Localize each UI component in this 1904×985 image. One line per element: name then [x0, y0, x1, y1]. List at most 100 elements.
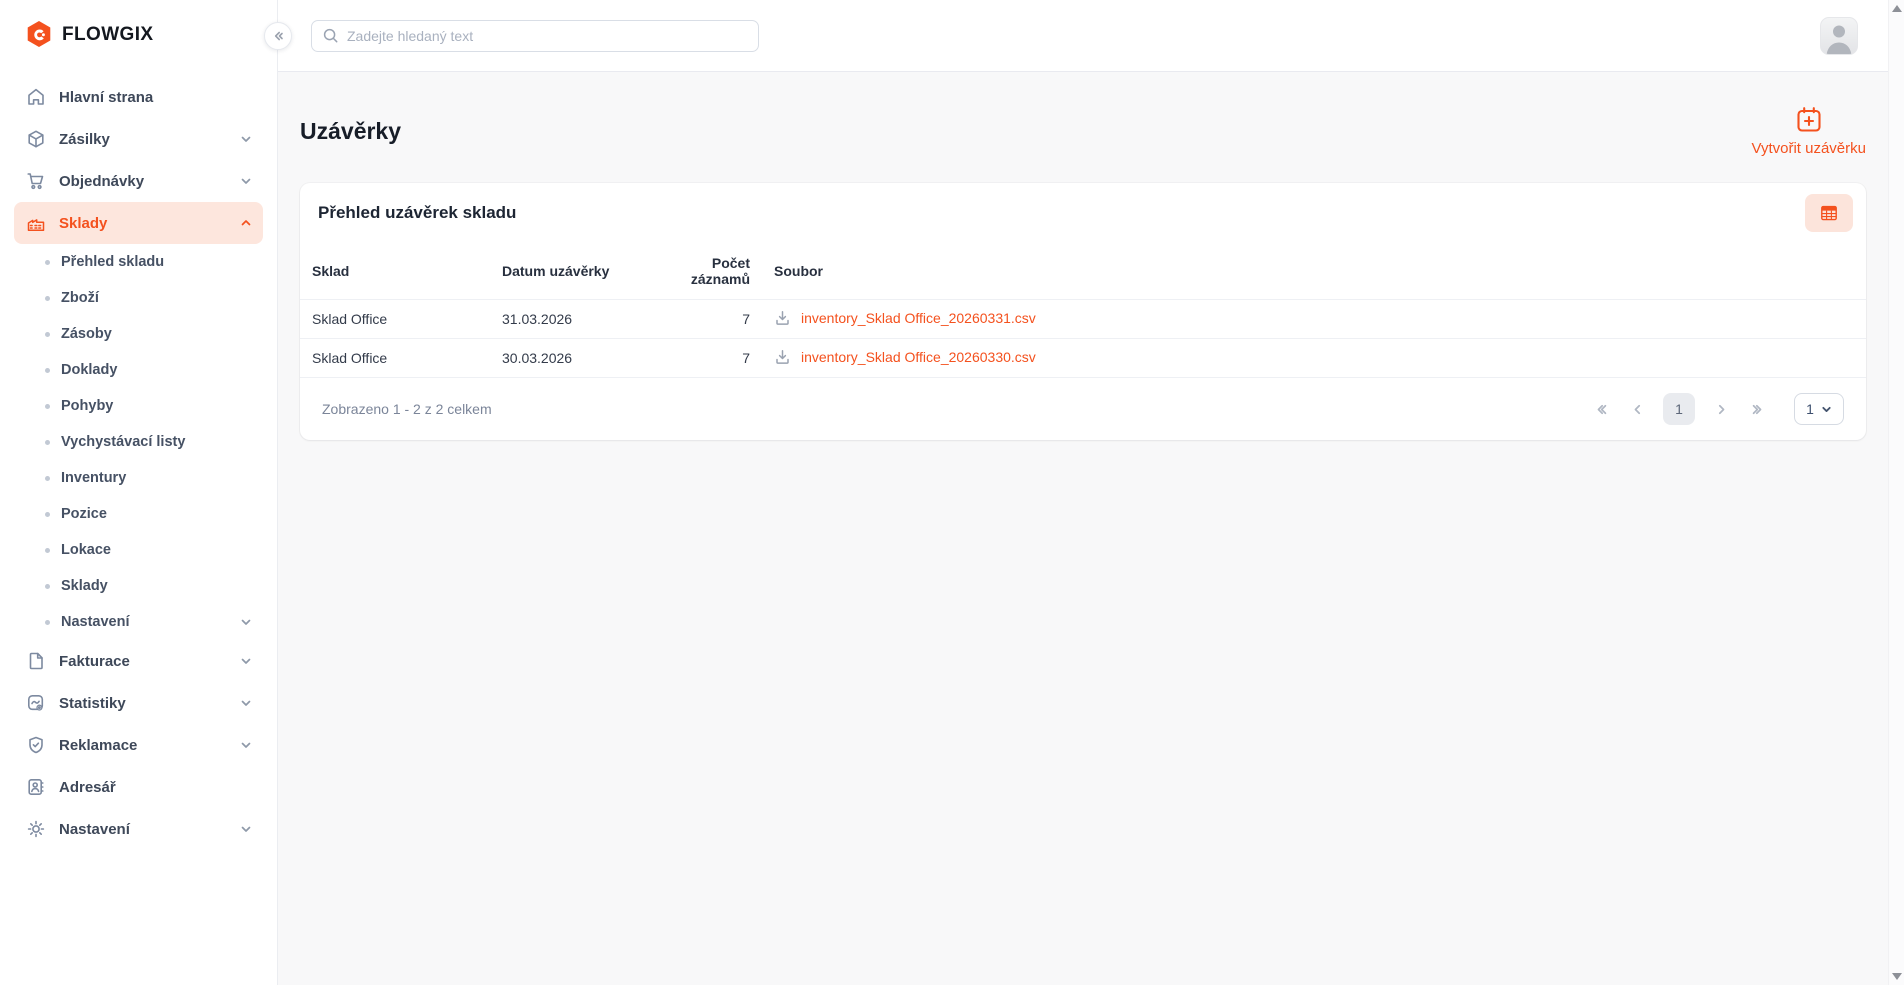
- bullet-dot-icon: [45, 368, 50, 373]
- page-title: Uzávěrky: [300, 118, 401, 145]
- table-header-row: Sklad Datum uzávěrky Počet záznamů Soubo…: [300, 243, 1866, 300]
- cell-sklad: Sklad Office: [300, 339, 502, 378]
- sidebar-item-statistiky[interactable]: Statistiky: [14, 682, 263, 724]
- sidebar-item-adresar[interactable]: Adresář: [14, 766, 263, 808]
- page-select-dropdown[interactable]: 1: [1794, 393, 1844, 425]
- page-header: Uzávěrky Vytvořit uzávěrku: [300, 105, 1866, 157]
- table-row: Sklad Office 31.03.2026 7: [300, 300, 1866, 339]
- cell-datum: 30.03.2026: [502, 339, 654, 378]
- sidebar-item-reklamace[interactable]: Reklamace: [14, 724, 263, 766]
- sidebar-subitem-vychystavaci-listy[interactable]: Vychystávací listy: [14, 424, 263, 460]
- bullet-dot-icon: [45, 440, 50, 445]
- card-header: Přehled uzávěrek skladu: [300, 183, 1866, 243]
- search-input[interactable]: [347, 28, 748, 44]
- search-icon: [322, 27, 339, 44]
- sidebar-subitem-zbozi[interactable]: Zboží: [14, 280, 263, 316]
- gear-icon: [26, 819, 46, 839]
- sidebar-subitem-lokace[interactable]: Lokace: [14, 532, 263, 568]
- sidebar-subitem-nastaveni-skladu[interactable]: Nastavení: [14, 604, 263, 640]
- closures-table: Sklad Datum uzávěrky Počet záznamů Soubo…: [300, 243, 1866, 378]
- pagination: 1 1: [1589, 393, 1844, 425]
- table-view-button[interactable]: [1805, 194, 1853, 232]
- sidebar-subitem-inventury[interactable]: Inventury: [14, 460, 263, 496]
- sidebar-item-zasilky[interactable]: Zásilky: [14, 118, 263, 160]
- chevron-down-icon: [239, 615, 253, 629]
- sidebar-subitem-label: Pozice: [61, 506, 107, 522]
- file-download-link[interactable]: inventory_Sklad Office_20260330.csv: [774, 348, 1036, 365]
- sidebar-subitem-pozice[interactable]: Pozice: [14, 496, 263, 532]
- sidebar-subitem-prehled-skladu[interactable]: Přehled skladu: [14, 244, 263, 280]
- column-header-pocet: Počet záznamů: [654, 243, 750, 300]
- last-page-button[interactable]: [1747, 398, 1769, 420]
- file-name: inventory_Sklad Office_20260331.csv: [801, 310, 1036, 326]
- browser-scrollbar[interactable]: [1888, 0, 1904, 985]
- sidebar-subitem-label: Inventury: [61, 470, 126, 486]
- bullet-dot-icon: [45, 332, 50, 337]
- sidebar-subitem-label: Lokace: [61, 542, 111, 558]
- sidebar-subitem-doklady[interactable]: Doklady: [14, 352, 263, 388]
- next-page-button[interactable]: [1710, 398, 1732, 420]
- download-icon: [774, 348, 791, 365]
- sidebar-item-label: Fakturace: [59, 653, 130, 670]
- sidebar-subitem-label: Pohyby: [61, 398, 113, 414]
- calendar-plus-icon: [1794, 105, 1824, 135]
- chevron-down-icon: [239, 696, 253, 710]
- scroll-up-arrow-icon[interactable]: [1892, 5, 1902, 12]
- sidebar-item-label: Nastavení: [59, 821, 130, 838]
- chevron-double-left-icon: [271, 29, 285, 43]
- brand-logo[interactable]: FLOWGIX: [25, 20, 263, 50]
- sidebar-item-sklady[interactable]: Sklady: [14, 202, 263, 244]
- sidebar-subitem-zasoby[interactable]: Zásoby: [14, 316, 263, 352]
- sidebar-collapse-button[interactable]: [264, 22, 292, 50]
- sidebar-subitem-pohyby[interactable]: Pohyby: [14, 388, 263, 424]
- topbar: [278, 0, 1888, 72]
- content-area: Uzávěrky Vytvořit uzávěrku Přehled uzávě…: [278, 72, 1888, 985]
- column-header-datum: Datum uzávěrky: [502, 243, 654, 300]
- chevron-down-icon: [239, 738, 253, 752]
- person-icon: [1820, 17, 1858, 55]
- sidebar-subitem-label: Přehled skladu: [61, 254, 164, 270]
- sidebar-item-fakturace[interactable]: Fakturace: [14, 640, 263, 682]
- sidebar-item-label: Zásilky: [59, 131, 110, 148]
- column-header-soubor: Soubor: [750, 243, 1866, 300]
- chevron-down-icon: [239, 132, 253, 146]
- scroll-down-arrow-icon[interactable]: [1892, 973, 1902, 980]
- sidebar-item-label: Reklamace: [59, 737, 137, 754]
- pagination-summary: Zobrazeno 1 - 2 z 2 celkem: [322, 401, 492, 417]
- previous-page-button[interactable]: [1626, 398, 1648, 420]
- current-page-button[interactable]: 1: [1663, 393, 1695, 425]
- first-page-button[interactable]: [1589, 398, 1611, 420]
- bullet-dot-icon: [45, 620, 50, 625]
- sidebar-item-label: Statistiky: [59, 695, 126, 712]
- cell-sklad: Sklad Office: [300, 300, 502, 339]
- sidebar-subitem-label: Vychystávací listy: [61, 434, 185, 450]
- table-grid-icon: [1819, 203, 1839, 223]
- sidebar-subitem-sklady[interactable]: Sklady: [14, 568, 263, 604]
- table-footer: Zobrazeno 1 - 2 z 2 celkem 1: [300, 378, 1866, 440]
- bullet-dot-icon: [45, 584, 50, 589]
- cell-pocet: 7: [654, 300, 750, 339]
- create-closure-button[interactable]: Vytvořit uzávěrku: [1752, 105, 1867, 157]
- brand-name: FLOWGIX: [62, 24, 153, 46]
- statistics-chart-icon: [26, 693, 46, 713]
- sidebar-item-nastaveni[interactable]: Nastavení: [14, 808, 263, 850]
- page-select-value: 1: [1806, 401, 1814, 417]
- sidebar-item-objednavky[interactable]: Objednávky: [14, 160, 263, 202]
- closures-card: Přehled uzávěrek skladu Sklad: [300, 183, 1866, 440]
- user-avatar[interactable]: [1820, 17, 1858, 55]
- file-name: inventory_Sklad Office_20260330.csv: [801, 349, 1036, 365]
- file-download-link[interactable]: inventory_Sklad Office_20260331.csv: [774, 309, 1036, 326]
- bullet-dot-icon: [45, 404, 50, 409]
- sidebar-subitem-label: Zásoby: [61, 326, 112, 342]
- bullet-dot-icon: [45, 512, 50, 517]
- sidebar-item-hlavni-strana[interactable]: Hlavní strana: [14, 76, 263, 118]
- column-header-sklad: Sklad: [300, 243, 502, 300]
- create-closure-label: Vytvořit uzávěrku: [1752, 140, 1867, 157]
- sidebar-item-label: Sklady: [59, 215, 107, 232]
- main-area: Uzávěrky Vytvořit uzávěrku Přehled uzávě…: [278, 0, 1888, 985]
- global-search[interactable]: [311, 20, 759, 52]
- sidebar-item-label: Adresář: [59, 779, 116, 796]
- table-row: Sklad Office 30.03.2026 7: [300, 339, 1866, 378]
- shopping-cart-icon: [26, 171, 46, 191]
- chevron-down-icon: [1821, 404, 1832, 415]
